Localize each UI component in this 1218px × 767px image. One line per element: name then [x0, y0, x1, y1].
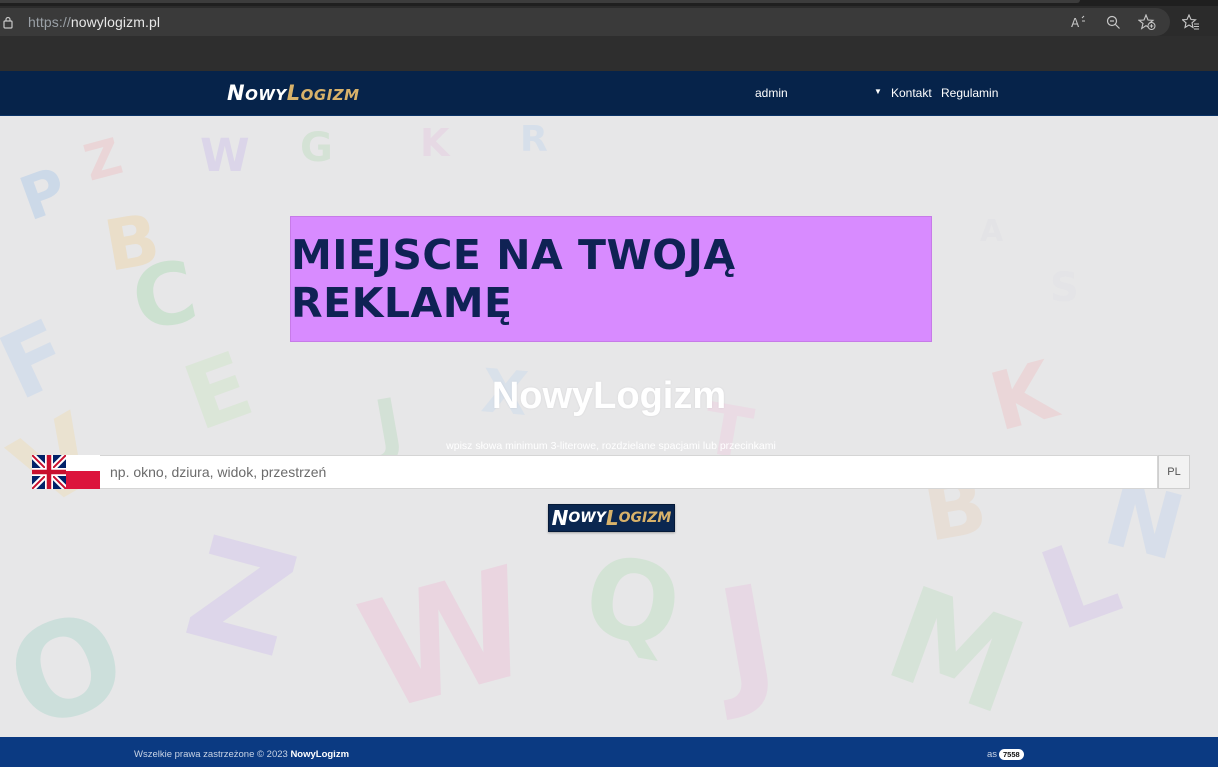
page-title: NowyLogizm — [491, 375, 727, 417]
footer-copyright: Wszelkie prawa zastrzeżone © 2023 NowyLo… — [134, 749, 349, 760]
user-menu-label[interactable]: admin — [755, 86, 788, 100]
browser-toolbar-strip — [0, 36, 1218, 71]
visit-counter-badge: 7558 — [999, 749, 1024, 760]
nav-link-regulamin[interactable]: Regulamin — [941, 86, 998, 100]
site-navbar: NOWYLOGIZM admin ▼ Kontakt Regulamin — [0, 71, 1218, 116]
nav-link-kontakt[interactable]: Kontakt — [891, 86, 932, 100]
tab-strip — [0, 0, 1218, 6]
ad-banner[interactable]: MIEJSCE NA TWOJĄ REKLAMĘ — [290, 216, 932, 342]
brand-initial-1: N — [227, 81, 246, 105]
generate-button[interactable]: N OWY L OGIZM — [548, 504, 675, 532]
url-text[interactable]: https://nowylogizm.pl — [28, 14, 160, 30]
search-hint: wpisz słowa minimum 3-literowe, rozdziel… — [446, 440, 776, 452]
ad-banner-text: MIEJSCE NA TWOJĄ REKLAMĘ — [291, 231, 736, 327]
footer-as-label: as — [987, 749, 998, 760]
user-menu-caret-icon[interactable]: ▼ — [874, 87, 882, 96]
browser-toolbar-icons: A — [1062, 10, 1208, 34]
zoom-out-icon[interactable] — [1096, 10, 1130, 34]
address-bar[interactable]: https://nowylogizm.pl — [0, 8, 1170, 36]
uk-flag-icon[interactable] — [32, 455, 66, 489]
browser-chrome: https://nowylogizm.pl A — [0, 0, 1218, 71]
footer-brand-link[interactable]: NowyLogizm — [290, 749, 349, 760]
submit-rest-1: OWY — [568, 510, 606, 526]
site-footer: Wszelkie prawa zastrzeżone © 2023 NowyLo… — [0, 737, 1218, 767]
words-input[interactable] — [100, 455, 1158, 489]
brand-rest-1: OWY — [245, 86, 287, 104]
url-scheme: https:// — [28, 14, 71, 30]
url-host: nowylogizm.pl — [70, 14, 161, 30]
read-aloud-icon[interactable]: A — [1062, 10, 1096, 34]
submit-initial-2: L — [605, 506, 619, 530]
submit-rest-2: OGIZM — [618, 510, 672, 526]
brand-rest-2: OGIZM — [300, 86, 360, 104]
search-row: PL — [32, 455, 1190, 489]
pl-flag-icon[interactable] — [66, 455, 100, 489]
pl-flag-white — [66, 455, 100, 471]
add-favorite-icon[interactable] — [1130, 10, 1164, 34]
language-tag[interactable]: PL — [1158, 455, 1190, 489]
svg-text:A: A — [1071, 16, 1080, 29]
brand-logo[interactable]: NOWYLOGIZM — [227, 81, 360, 105]
lock-icon[interactable] — [2, 15, 14, 29]
background-letters-art: P Z W G K R B C F E V Z O W Q J M L K B … — [0, 71, 1218, 767]
pl-flag-red — [66, 471, 100, 489]
site-viewport: P Z W G K R B C F E V Z O W Q J M L K B … — [0, 71, 1218, 767]
brand-initial-2: L — [286, 81, 301, 105]
copyright-text: Wszelkie prawa zastrzeżone © 2023 — [134, 749, 291, 760]
submit-initial-1: N — [551, 506, 569, 530]
favorites-icon[interactable] — [1174, 10, 1208, 34]
active-tab-edge[interactable] — [0, 0, 1080, 3]
